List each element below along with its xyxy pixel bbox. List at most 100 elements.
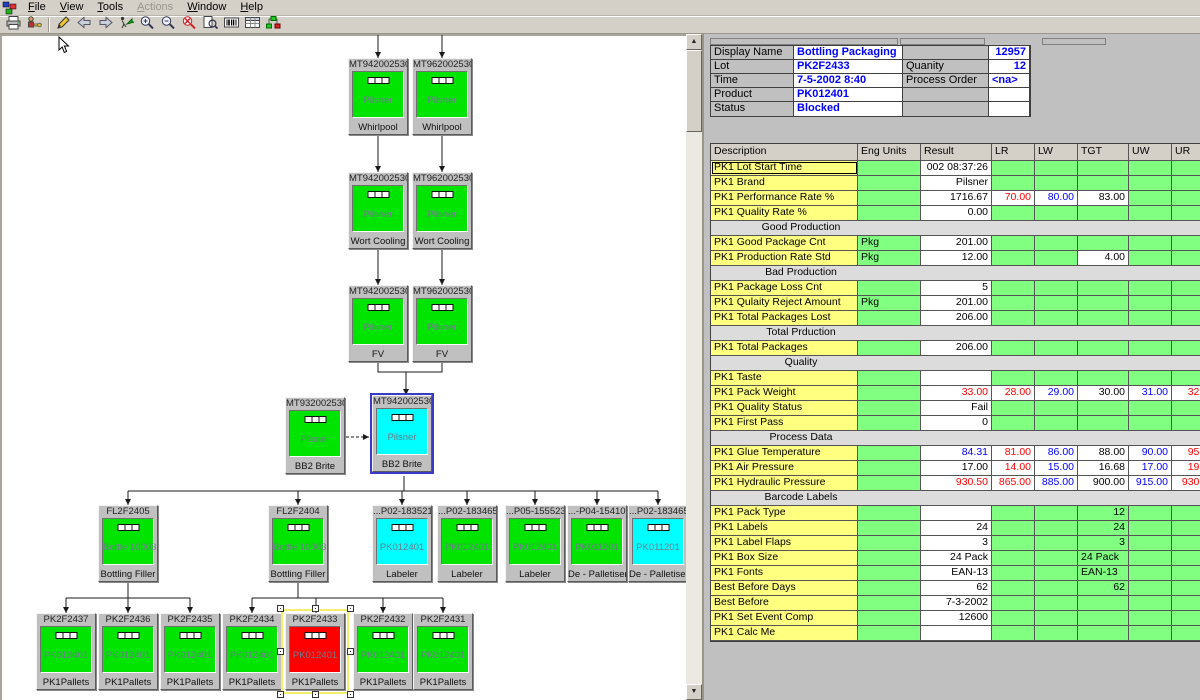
selection-handle[interactable] <box>347 691 354 698</box>
result-row-best-before[interactable]: Best Before7-3-2002 <box>711 596 1200 611</box>
lot-node-mt962002530-fv[interactable]: MT962002530PilsnerFV <box>412 285 472 362</box>
selection-handle[interactable] <box>347 605 354 612</box>
lot-node-p04-154107-de-palletiser[interactable]: ...-P04-154107PK011201De - Palletiser <box>567 505 627 582</box>
lot-node-mt962002530-wort-cooling[interactable]: MT962002530PilsnerWort Cooling <box>412 172 472 249</box>
diagram-vertical-scrollbar[interactable]: ▲ ▼ <box>686 34 702 700</box>
result-row-pk1-performance-rate[interactable]: PK1 Performance Rate %1716.6770.0080.008… <box>711 191 1200 206</box>
result-row-pk1-pack-weight[interactable]: PK1 Pack Weight33.0028.0029.0030.0031.00… <box>711 386 1200 401</box>
result-row-pk1-quality-rate[interactable]: PK1 Quality Rate %0.00 <box>711 206 1200 221</box>
result-row-pk1-label-flaps[interactable]: PK1 Label Flaps33 <box>711 536 1200 551</box>
result-row-pk1-good-package-cnt[interactable]: PK1 Good Package CntPkg201.00 <box>711 236 1200 251</box>
toolbar-button-walk-go[interactable] <box>116 17 137 34</box>
menu-item-view[interactable]: View <box>53 0 91 16</box>
cell-description[interactable]: PK1 Box Size <box>711 551 858 565</box>
lot-node-pk2f2433-pk1pallets[interactable]: PK2F2433PK012401PK1Pallets <box>285 613 345 690</box>
result-row-pk1-taste[interactable]: PK1 Taste <box>711 371 1200 386</box>
toolbar-button-barcode[interactable] <box>221 17 242 34</box>
lot-node-fl2f2405-bottling-filler[interactable]: FL2F2405Bottle 10003Bottling Filler <box>98 505 158 582</box>
lot-node-pk2f2436-pk1pallets[interactable]: PK2F2436PK012401PK1Pallets <box>98 613 158 690</box>
toolbar-button-zoom-cancel[interactable] <box>179 17 200 34</box>
toolbar-button-arrow-left[interactable] <box>74 17 95 34</box>
result-row-pk1-box-size[interactable]: PK1 Box Size24 Pack24 Pack <box>711 551 1200 566</box>
cell-description[interactable]: PK1 Quality Status <box>711 401 858 415</box>
toolbar-button-tree[interactable] <box>263 17 284 34</box>
cell-description[interactable]: PK1 Taste <box>711 371 858 385</box>
selection-handle[interactable] <box>312 605 319 612</box>
lot-node-fl2f2404-bottling-filler[interactable]: FL2F2404Bottle 10003Bottling Filler <box>268 505 328 582</box>
lot-node-p05-1555232-labeler[interactable]: ...P05-1555232PK012401Labeler <box>505 505 565 582</box>
result-row-pk1-air-pressure[interactable]: PK1 Air Pressure17.0014.0015.0016.6817.0… <box>711 461 1200 476</box>
cell-description[interactable]: PK1 Fonts <box>711 566 858 580</box>
result-row-pk1-brand[interactable]: PK1 BrandPilsner <box>711 176 1200 191</box>
selection-handle[interactable] <box>277 648 284 655</box>
cell-description[interactable]: PK1 Set Event Comp <box>711 611 858 625</box>
scroll-down-button[interactable]: ▼ <box>686 684 702 700</box>
result-row-pk1-glue-temperature[interactable]: PK1 Glue Temperature84.3181.0086.0088.00… <box>711 446 1200 461</box>
cell-description[interactable]: PK1 Pack Type <box>711 506 858 520</box>
lot-node-p02-1834656-labeler[interactable]: ...P02-1834656PK012401Labeler <box>437 505 497 582</box>
menu-item-help[interactable]: Help <box>233 0 270 16</box>
toolbar-button-user-key[interactable] <box>24 17 45 34</box>
cell-description[interactable]: Best Before Days <box>711 581 858 595</box>
toolbar-button-zoom-page[interactable] <box>200 17 221 34</box>
cell-description[interactable]: PK1 Package Loss Cnt <box>711 281 858 295</box>
cell-description[interactable]: PK1 Label Flaps <box>711 536 858 550</box>
lot-node-mt942002530-wort-cooling[interactable]: MT942002530PilsnerWort Cooling <box>348 172 408 249</box>
selection-handle[interactable] <box>277 691 284 698</box>
cell-description[interactable]: PK1 Total Packages <box>711 341 858 355</box>
result-row-pk1-pack-type[interactable]: PK1 Pack Type12 <box>711 506 1200 521</box>
cell-description[interactable]: PK1 Calc Me <box>711 626 858 640</box>
lot-node-pk2f2434-pk1pallets[interactable]: PK2F2434PK012401PK1Pallets <box>222 613 282 690</box>
result-row-pk1-first-pass[interactable]: PK1 First Pass0 <box>711 416 1200 431</box>
result-row-pk1-total-packages-lost[interactable]: PK1 Total Packages Lost206.00 <box>711 311 1200 326</box>
scroll-up-button[interactable]: ▲ <box>686 34 702 50</box>
lot-node-pk2f2432-pk1pallets[interactable]: PK2F2432PK012401PK1Pallets <box>353 613 413 690</box>
toolbar-button-printer[interactable] <box>3 17 24 34</box>
cell-description[interactable]: Best Before <box>711 596 858 610</box>
result-row-pk1-labels[interactable]: PK1 Labels2424 <box>711 521 1200 536</box>
toolbar-button-grid[interactable] <box>242 17 263 34</box>
toolbar-button-pencil[interactable] <box>53 17 74 34</box>
result-row-pk1-fonts[interactable]: PK1 FontsEAN-13EAN-13 <box>711 566 1200 581</box>
cell-description[interactable]: PK1 Performance Rate % <box>711 191 858 205</box>
toolbar-button-zoom-out[interactable] <box>158 17 179 34</box>
cell-description[interactable]: PK1 Production Rate Std <box>711 251 858 265</box>
lot-node-p02-1835217-labeler[interactable]: ...P02-1835217PK012401Labeler <box>372 505 432 582</box>
cell-description[interactable]: PK1 Air Pressure <box>711 461 858 475</box>
toolbar-button-zoom-in[interactable] <box>137 17 158 34</box>
lot-node-mt942002530-whirlpool[interactable]: MT942002530PilsnerWhirlpool <box>348 58 408 135</box>
menu-item-file[interactable]: File <box>21 0 53 16</box>
lot-node-p02-1834656-de-palletiser[interactable]: ...P02-1834656PK011201De - Palletiser <box>628 505 686 582</box>
cell-description[interactable]: PK1 Quality Rate % <box>711 206 858 220</box>
result-row-best-before-days[interactable]: Best Before Days6262 <box>711 581 1200 596</box>
cell-description[interactable]: PK1 Hydraulic Pressure <box>711 476 858 490</box>
cell-description[interactable]: PK1 Labels <box>711 521 858 535</box>
selection-handle[interactable] <box>347 648 354 655</box>
cell-description[interactable]: PK1 Lot Start Time <box>711 161 858 175</box>
result-row-pk1-hydraulic-pressure[interactable]: PK1 Hydraulic Pressure930.50865.00885.00… <box>711 476 1200 491</box>
cell-description[interactable]: PK1 First Pass <box>711 416 858 430</box>
result-row-pk1-set-event-comp[interactable]: PK1 Set Event Comp12600 <box>711 611 1200 626</box>
menu-item-tools[interactable]: Tools <box>90 0 130 16</box>
lot-node-mt962002530-whirlpool[interactable]: MT962002530PilsnerWhirlpool <box>412 58 472 135</box>
menu-item-window[interactable]: Window <box>180 0 233 16</box>
cell-description[interactable]: PK1 Total Packages Lost <box>711 311 858 325</box>
selection-handle[interactable] <box>277 605 284 612</box>
result-row-pk1-total-packages[interactable]: PK1 Total Packages206.00 <box>711 341 1200 356</box>
result-row-pk1-production-rate-std[interactable]: PK1 Production Rate StdPkg12.004.00 <box>711 251 1200 266</box>
cell-description[interactable]: PK1 Glue Temperature <box>711 446 858 460</box>
lot-node-pk2f2431-pk1pallets[interactable]: PK2F2431PK012401PK1Pallets <box>413 613 473 690</box>
cell-description[interactable]: PK1 Good Package Cnt <box>711 236 858 250</box>
cell-description[interactable]: PK1 Pack Weight <box>711 386 858 400</box>
toolbar-button-arrow-right[interactable] <box>95 17 116 34</box>
result-row-pk1-package-loss-cnt[interactable]: PK1 Package Loss Cnt5 <box>711 281 1200 296</box>
lot-node-mt942002530-fv[interactable]: MT942002530PilsnerFV <box>348 285 408 362</box>
lot-node-mt942002530-bb2-brite[interactable]: MT942002530PilsnerBB2 Brite <box>372 395 432 472</box>
cell-description[interactable]: PK1 Qulaity Reject Amount <box>711 296 858 310</box>
lot-node-pk2f2435-pk1pallets[interactable]: PK2F2435PK012401PK1Pallets <box>160 613 220 690</box>
result-row-pk1-calc-me[interactable]: PK1 Calc Me <box>711 626 1200 641</box>
selection-handle[interactable] <box>312 691 319 698</box>
result-row-pk1-lot-start-time[interactable]: PK1 Lot Start Time002 08:37:26 <box>711 161 1200 176</box>
lot-node-pk2f2437-pk1pallets[interactable]: PK2F2437PK012401PK1Pallets <box>36 613 96 690</box>
cell-description[interactable]: PK1 Brand <box>711 176 858 190</box>
